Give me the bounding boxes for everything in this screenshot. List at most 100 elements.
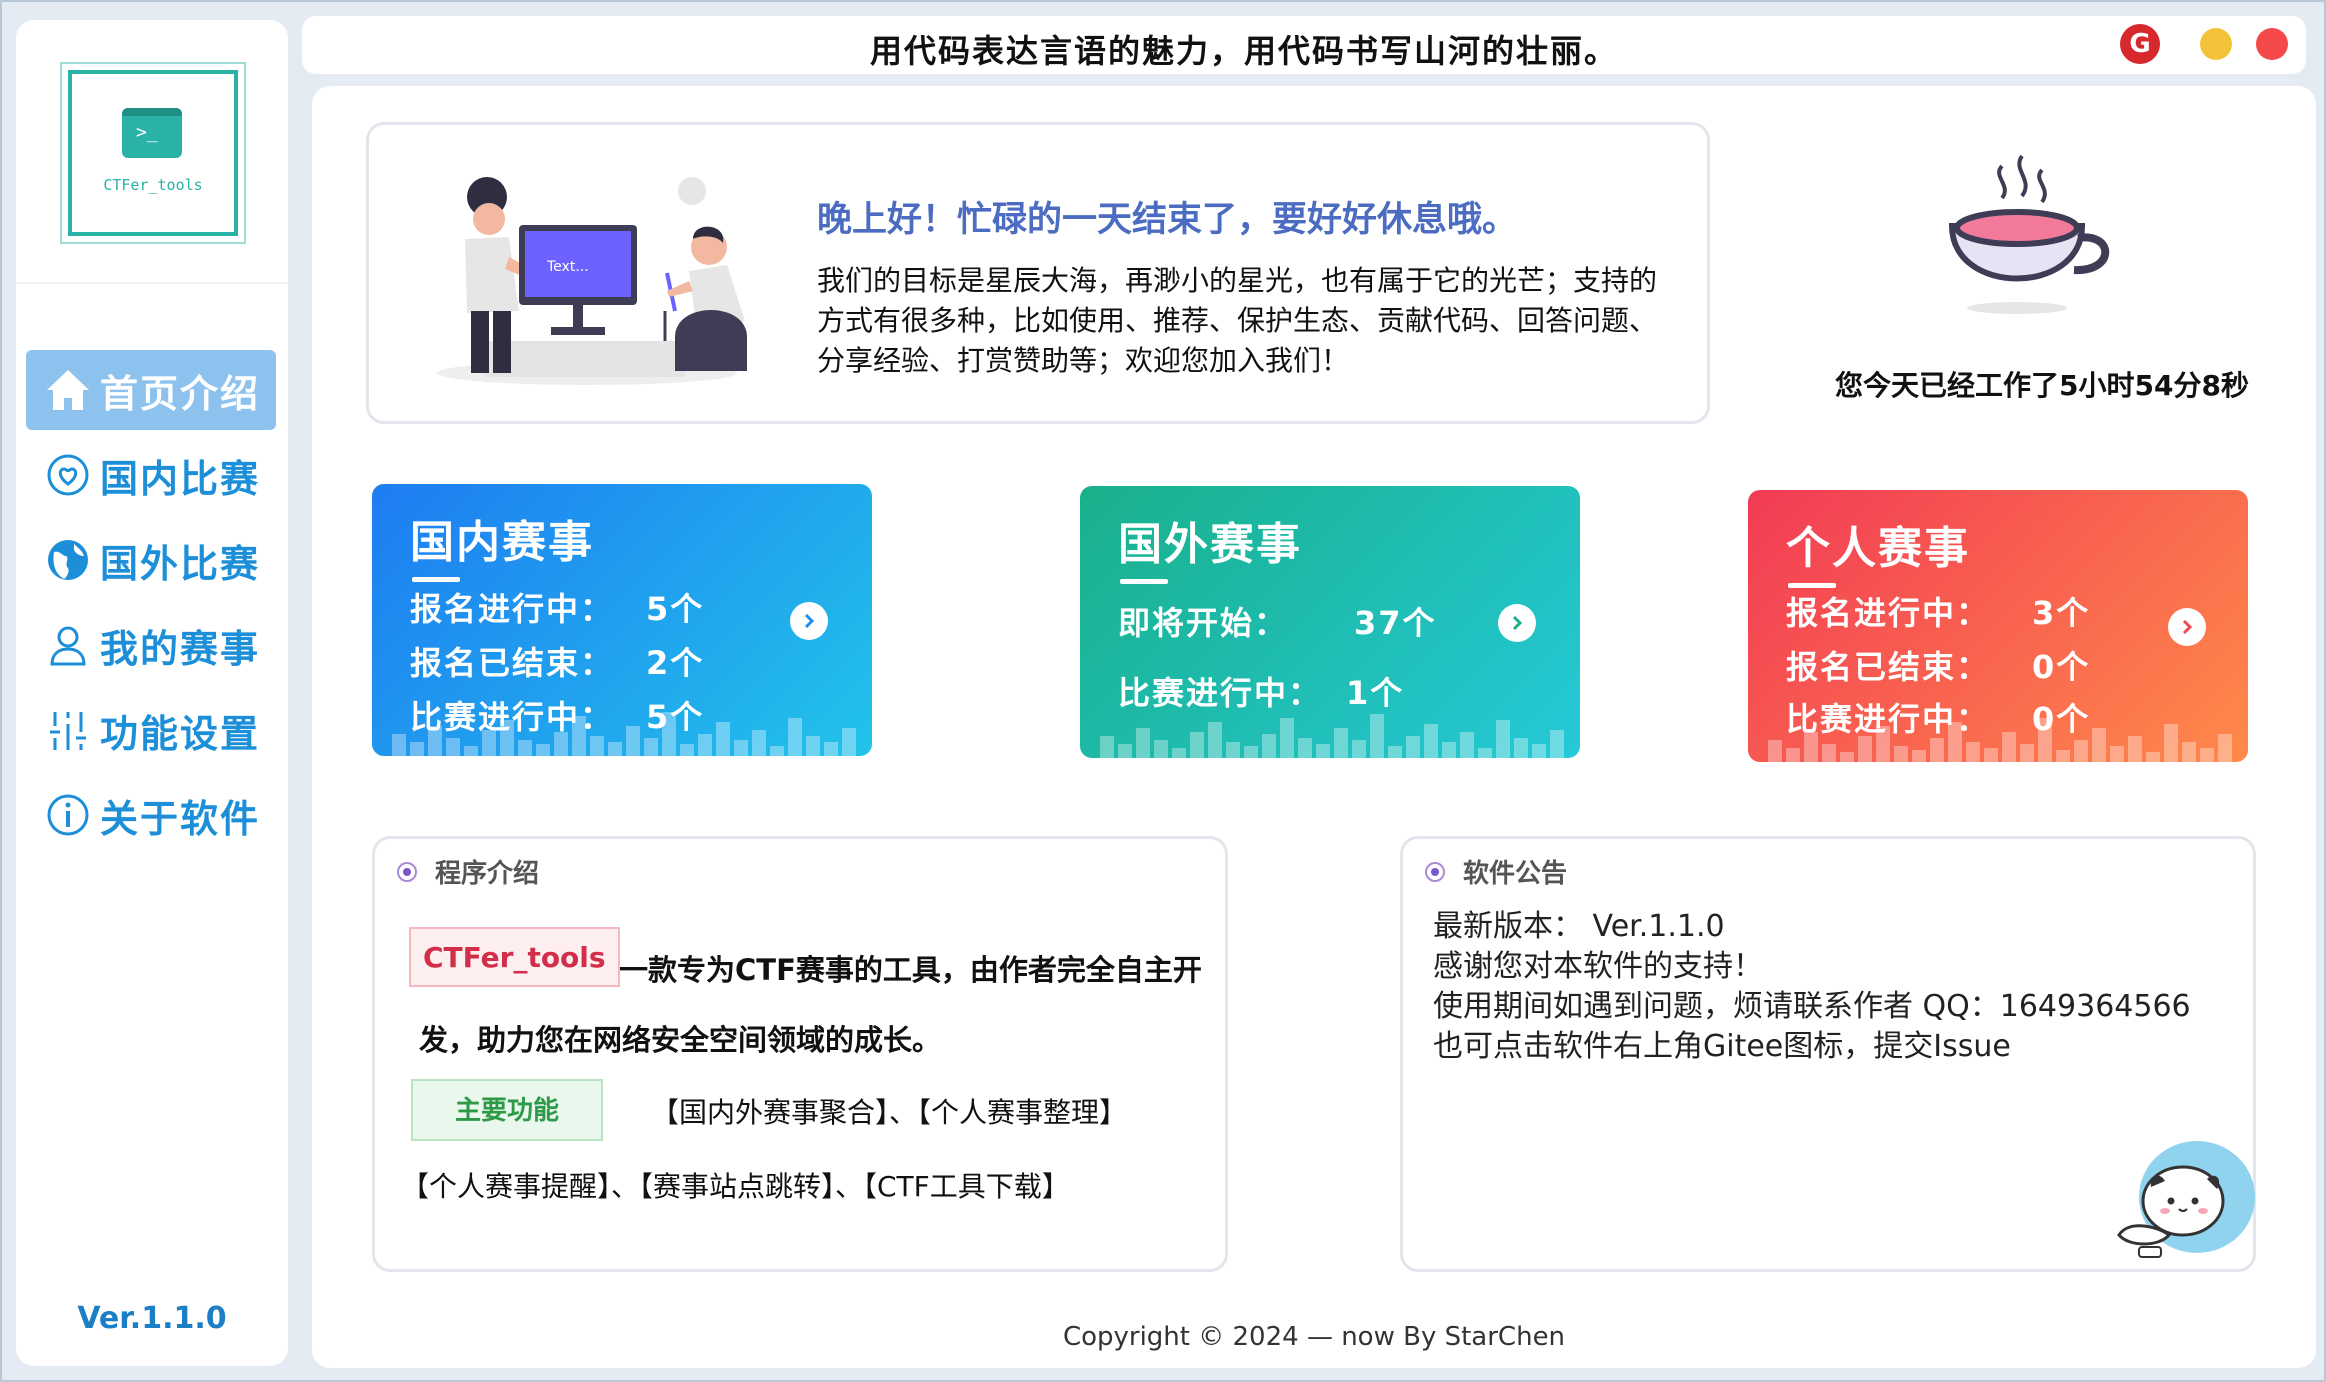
decorative-bar xyxy=(2038,718,2052,762)
stat-row: 报名进行中： 5个 xyxy=(410,584,702,630)
user-icon xyxy=(44,621,92,669)
decorative-bar xyxy=(2146,752,2160,762)
decorative-bar xyxy=(590,736,604,756)
chevron-right-icon[interactable] xyxy=(790,602,828,640)
sidebar-item-label: 国内比赛 xyxy=(100,456,261,501)
features-line: 【个人赛事提醒】、【赛事站点跳转】、【CTF工具下载】 xyxy=(401,1170,1070,1203)
greeting-body: 我们的目标是星辰大海，再渺小的星光，也有属于它的光芒；支持的方式有很多种，比如使… xyxy=(817,264,1658,377)
decorative-bar xyxy=(1876,726,1890,762)
stat-row: 即将开始： 37个 xyxy=(1118,598,1435,644)
app-window: >_ CTFer_tools 首页介绍 国内比赛 国外比赛 我的赛事 功能设置 … xyxy=(0,0,2326,1382)
gitee-icon[interactable]: G xyxy=(2120,24,2160,64)
sidebar-item-home[interactable]: 首页介绍 xyxy=(26,350,276,430)
decorative-bar xyxy=(500,720,514,756)
decorative-bar xyxy=(698,734,712,756)
card-title: 程序介绍 xyxy=(435,859,540,889)
decorative-bar xyxy=(1804,732,1818,762)
version-label: Ver.1.1.0 xyxy=(77,1301,227,1336)
decorative-bar xyxy=(2020,744,2034,762)
sidebar-item-foreign[interactable]: 国外比赛 xyxy=(26,520,276,600)
tea-cup-icon xyxy=(1948,154,2110,314)
decorative-bar xyxy=(1478,748,1492,758)
mascot-illustration xyxy=(2117,1141,2255,1258)
decorative-bar xyxy=(1208,722,1222,758)
decorative-bar xyxy=(644,738,658,756)
sidebar-item-label: 国外比赛 xyxy=(100,541,261,586)
sidebar-item-domestic[interactable]: 国内比赛 xyxy=(26,435,276,515)
sidebar-item-settings[interactable]: 功能设置 xyxy=(26,690,276,770)
decorative-bar xyxy=(1136,728,1150,758)
stat-value: 0个 xyxy=(2032,648,2091,686)
decorative-bar xyxy=(680,744,694,756)
chevron-right-icon[interactable] xyxy=(1498,604,1536,642)
terminal-icon: >_ xyxy=(122,108,182,158)
decorative-bar xyxy=(1948,722,1962,762)
foreign-stats-card[interactable]: 国外赛事 即将开始： 37个 比赛进行中： 1个 xyxy=(1080,486,1580,758)
close-button[interactable] xyxy=(2256,28,2288,60)
sidebar-item-mine[interactable]: 我的赛事 xyxy=(26,605,276,685)
decorative-bar xyxy=(842,728,856,756)
decorative-bar xyxy=(1100,736,1114,758)
decorative-bar xyxy=(1172,748,1186,758)
stat-label: 报名进行中： xyxy=(1786,594,1991,632)
program-intro-card: 程序介绍 一款专为CTF赛事的工具，由作者完全自主开发，助力您在网络安全空间领域… xyxy=(372,836,1228,1272)
decorative-bar xyxy=(788,718,802,756)
decorative-bar xyxy=(806,736,820,756)
sidebar-item-label: 我的赛事 xyxy=(100,626,261,671)
decorative-bar xyxy=(2182,742,2196,762)
stat-row: 报名已结束： 2个 xyxy=(410,638,702,684)
decorative-bar xyxy=(626,726,640,756)
decorative-bar xyxy=(2200,748,2214,762)
decorative-bar xyxy=(770,746,784,756)
decorative-bar xyxy=(1334,728,1348,758)
decorative-bars xyxy=(1748,702,2248,762)
decorative-bar xyxy=(1966,742,1980,762)
decorative-bar xyxy=(428,726,442,756)
decorative-bar xyxy=(1316,744,1330,758)
card-title: 软件公告 xyxy=(1463,859,1568,889)
decorative-bar xyxy=(1226,742,1240,758)
stat-title: 国内赛事 xyxy=(410,506,594,582)
features-tag: 主要功能 xyxy=(411,1079,603,1141)
decorative-bar xyxy=(1424,724,1438,758)
bullet-icon xyxy=(1425,861,1445,882)
decorative-bar xyxy=(410,742,424,756)
features-line: 【国内外赛事聚合】、【个人赛事整理】 xyxy=(651,1096,1128,1129)
decorative-bar xyxy=(1786,748,1800,762)
chevron-right-icon[interactable] xyxy=(2168,608,2206,646)
app-logo: >_ CTFer_tools xyxy=(60,62,246,244)
globe-icon xyxy=(44,536,92,584)
decorative-bar xyxy=(2092,728,2106,762)
decorative-bars xyxy=(372,696,872,756)
decorative-bar xyxy=(1532,744,1546,758)
decorative-bar xyxy=(716,722,730,756)
sidebar-nav: 首页介绍 国内比赛 国外比赛 我的赛事 功能设置 关于软件 xyxy=(26,350,276,860)
work-time-text: 您今天已经工作了5小时54分8秒 xyxy=(1835,369,2249,402)
decorative-bar xyxy=(2110,746,2124,762)
decorative-bar xyxy=(392,734,406,756)
title-bar[interactable]: 用代码表达言语的魅力，用代码书写山河的壮丽。 G xyxy=(302,16,2306,74)
decorative-bar xyxy=(464,746,478,756)
personal-stats-card[interactable]: 个人赛事 报名进行中： 3个 报名已结束： 0个 比赛进行中： 0个 xyxy=(1748,490,2248,762)
decorative-bar xyxy=(1822,744,1836,762)
minimize-button[interactable] xyxy=(2200,28,2232,60)
domestic-stats-card[interactable]: 国内赛事 报名进行中： 5个 报名已结束： 2个 比赛进行中： 5个 xyxy=(372,484,872,756)
stat-value: 5个 xyxy=(646,590,705,628)
software-notice-card: 软件公告 最新版本： Ver.1.1.0 感谢您对本软件的支持！ 使用期间如遇到… xyxy=(1400,836,2256,1272)
stat-value: 37个 xyxy=(1354,604,1437,642)
notice-line: 使用期间如遇到问题，烦请联系作者 QQ：1649364566 xyxy=(1433,989,2191,1024)
decorative-bar xyxy=(1298,738,1312,758)
decorative-bar xyxy=(824,742,838,756)
stat-row: 报名进行中： 3个 xyxy=(1786,588,2088,634)
sidebar-item-about[interactable]: 关于软件 xyxy=(26,775,276,855)
copyright-text: Copyright © 2024 — now By StarChen xyxy=(1062,1322,1566,1352)
sidebar: >_ CTFer_tools 首页介绍 国内比赛 国外比赛 我的赛事 功能设置 … xyxy=(16,20,288,1366)
working-illustration: Text... xyxy=(437,177,747,385)
sidebar-divider xyxy=(16,282,288,284)
stat-label: 报名已结束： xyxy=(410,644,615,682)
logo-text: CTFer_tools xyxy=(103,176,203,194)
info-icon xyxy=(44,791,92,839)
decorative-bar xyxy=(1244,746,1258,758)
decorative-bar xyxy=(2002,732,2016,762)
main-panel: Text... 晚上好！忙碌的一天结束了，要好好休息哦。 我们的目标是星辰大海，… xyxy=(312,86,2316,1368)
